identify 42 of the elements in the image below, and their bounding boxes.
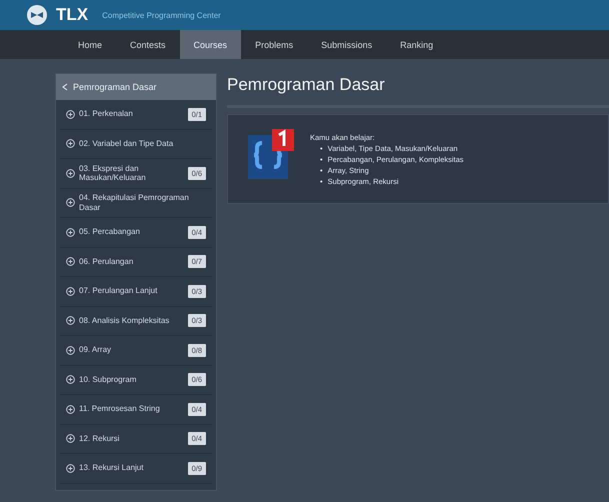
braces-logo-icon: [248, 129, 296, 181]
nav-tab[interactable]: Courses: [180, 30, 242, 59]
chapter-label: 03. Ekspresi dan Masukan/Keluaran: [79, 164, 147, 183]
chapter-label: 02. Variabel dan Tipe Data: [79, 138, 174, 149]
nav-tab[interactable]: Problems: [241, 30, 308, 59]
chapter-label: 09. Array: [79, 345, 112, 356]
chapter-label: 04. Rekapitulasi Pemrograman Dasar: [79, 193, 190, 212]
nav-tab[interactable]: Ranking: [386, 30, 448, 59]
plus-circle-icon: [66, 110, 75, 119]
chapter-label: 12. Rekursi: [79, 434, 120, 444]
plus-circle-icon: [66, 375, 75, 384]
plus-circle-icon: [66, 434, 75, 444]
nav-tab[interactable]: Home: [64, 30, 116, 59]
nav-tab[interactable]: Submissions: [307, 30, 386, 59]
plus-circle-icon: [66, 168, 75, 178]
chapter-label: 08. Analisis Kompleksitas: [79, 316, 170, 326]
chapter-label: 11. Pemrosesan String: [79, 404, 161, 414]
plus-circle-icon: [66, 139, 75, 148]
plus-circle-icon: [66, 286, 75, 296]
chapter-item[interactable]: 04. Rekapitulasi Pemrograman Dasar: [60, 188, 212, 218]
plus-circle-icon: [66, 198, 75, 208]
chapter-label: 07. Perulangan Lanjut: [79, 286, 158, 296]
plus-circle-icon: [66, 316, 75, 326]
plus-circle-icon: [66, 257, 75, 266]
plus-circle-icon: [66, 228, 75, 237]
sidebar-header[interactable]: Pemrograman Dasar: [56, 74, 216, 100]
course-title: Pemrograman Dasar: [73, 82, 157, 92]
page-title: Pemrograman Dasar: [227, 74, 386, 96]
plus-circle-icon: [66, 464, 75, 473]
chapter-label: 01. Perkenalan: [79, 109, 134, 120]
chevron-icon: [62, 83, 68, 91]
logo-icon[interactable]: [26, 4, 48, 26]
plus-circle-icon: [66, 404, 75, 414]
chapter-label: 06. Perulangan: [79, 256, 134, 267]
chapter-label: 10. Subprogram: [79, 374, 138, 385]
chapter-item[interactable]: 02. Variabel dan Tipe Data: [60, 130, 212, 159]
nav-tab[interactable]: Contests: [116, 30, 180, 59]
plus-circle-icon: [66, 346, 75, 355]
brand-name: TLX: [56, 5, 88, 25]
chapter-label: 13. Rekursi Lanjut: [79, 463, 144, 474]
brand-tagline: Competitive Programming Center: [102, 10, 221, 20]
chapter-label: 05. Percabangan: [79, 227, 141, 238]
